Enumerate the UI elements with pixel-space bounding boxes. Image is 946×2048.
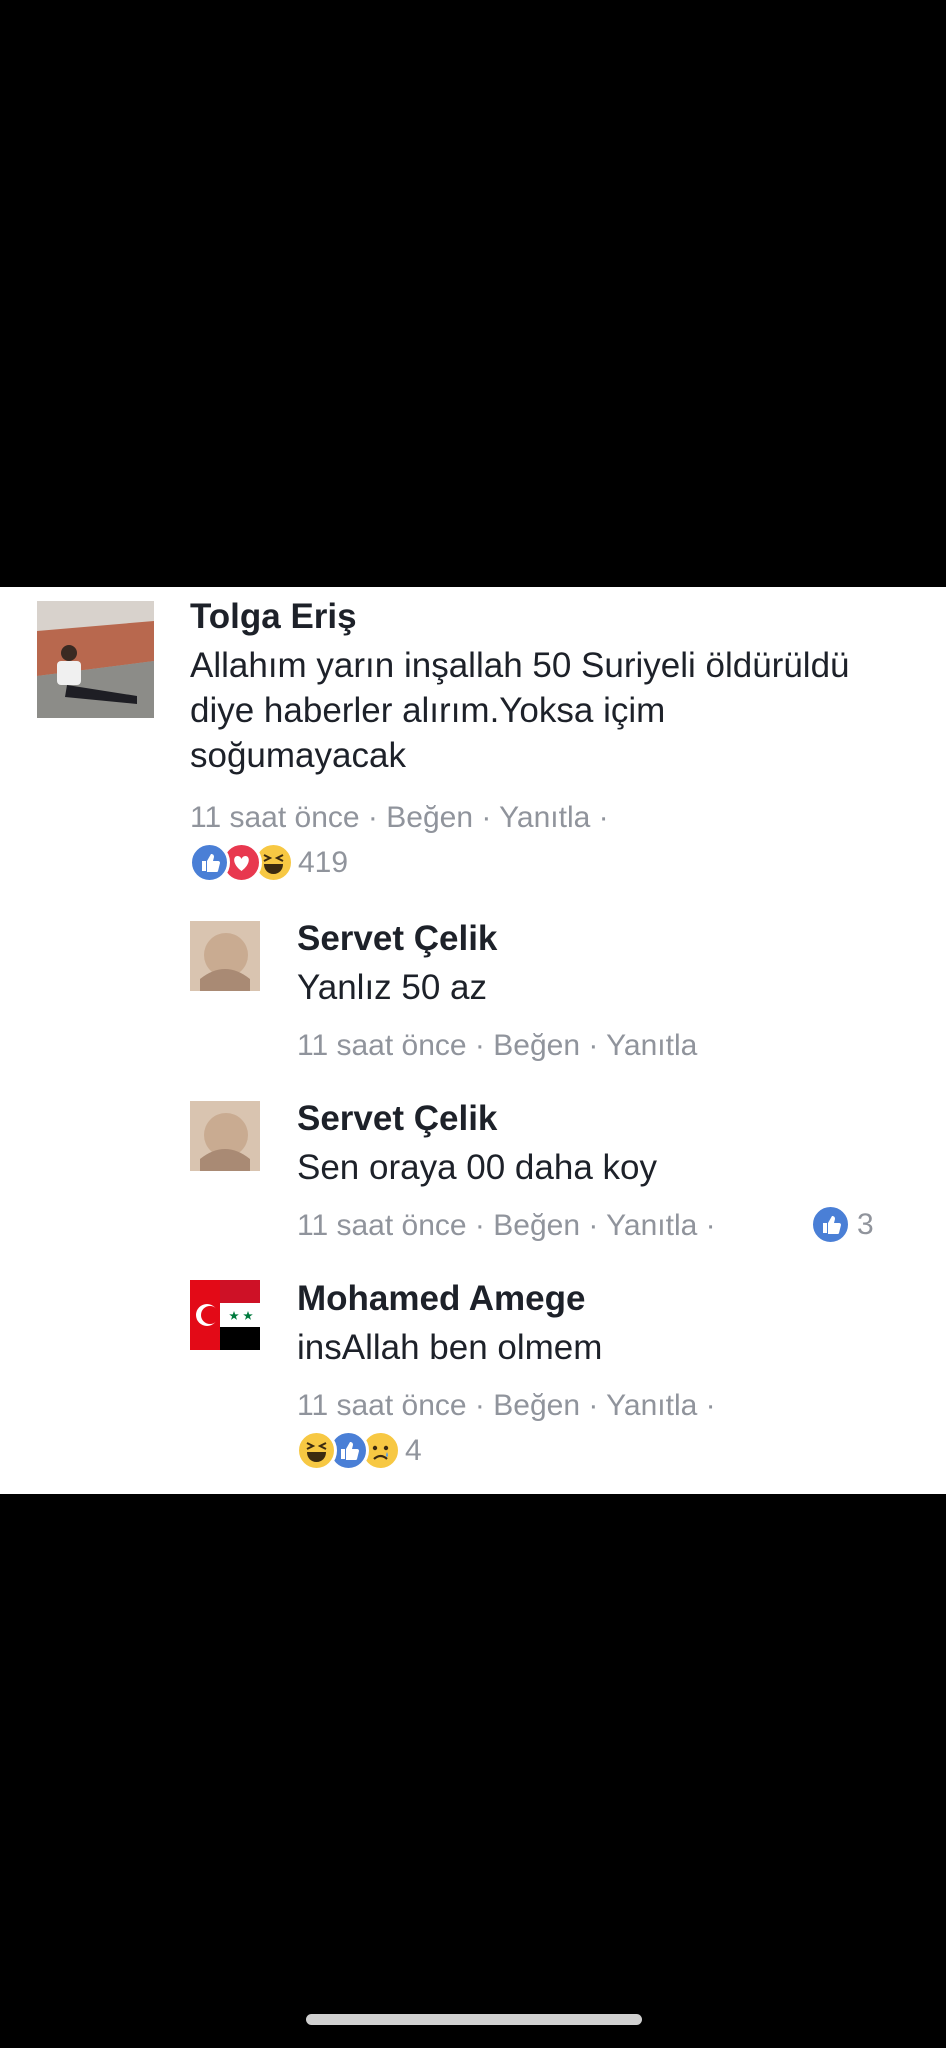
haha-icon[interactable] (296, 1430, 337, 1471)
comment-meta: 11 saat önce · Beğen · Yanıtla · (297, 1208, 716, 1244)
comment-meta: 11 saat önce · Beğen · Yanıtla · (190, 800, 609, 836)
comment-time[interactable]: 11 saat önce (297, 1209, 467, 1242)
separator-dot: · (580, 1389, 607, 1422)
reply-link[interactable]: Yanıtla (606, 1389, 697, 1422)
separator-dot: · (466, 1029, 494, 1062)
like-icon[interactable] (189, 842, 230, 883)
separator-dot: · (466, 1389, 494, 1422)
comment-meta: 11 saat önce · Beğen · Yanıtla (297, 1028, 697, 1064)
comment-time[interactable]: 11 saat önce (297, 1389, 467, 1422)
comment-author[interactable]: Servet Çelik (297, 1099, 497, 1139)
reaction-count[interactable]: 3 (857, 1207, 874, 1243)
comment-meta: 11 saat önce · Beğen · Yanıtla · (297, 1388, 716, 1424)
reply-link[interactable]: Yanıtla (606, 1209, 697, 1242)
separator-dot: · (697, 1389, 716, 1422)
reply-link[interactable]: Yanıtla (499, 801, 590, 834)
comment-text: Yanlız 50 az (297, 968, 488, 1007)
like-icon[interactable] (810, 1204, 851, 1245)
avatar-mohamed[interactable] (190, 1280, 260, 1350)
comment-text: Allahım yarın inşallah 50 Suriyeli öldür… (190, 646, 850, 775)
separator-dot: · (466, 1209, 494, 1242)
like-link[interactable]: Beğen (493, 1209, 580, 1242)
separator-dot: · (473, 801, 500, 834)
avatar-tolga[interactable] (37, 601, 154, 718)
comment-author[interactable]: Mohamed Amege (297, 1279, 585, 1319)
separator-dot: · (580, 1029, 607, 1062)
like-link[interactable]: Beğen (386, 801, 473, 834)
comment-text: insAllah ben olmem (297, 1328, 603, 1367)
separator-dot: · (359, 801, 387, 834)
reaction-count[interactable]: 4 (405, 1433, 422, 1469)
separator-dot: · (697, 1209, 716, 1242)
separator-dot: · (580, 1209, 607, 1242)
like-link[interactable]: Beğen (493, 1029, 580, 1062)
comment-author[interactable]: Tolga Eriş (190, 597, 357, 637)
comments-panel: Tolga Eriş Allahım yarın inşallah 50 Sur… (0, 587, 946, 1494)
comment-time[interactable]: 11 saat önce (190, 801, 360, 834)
comment-author[interactable]: Servet Çelik (297, 919, 497, 959)
separator-dot: · (590, 801, 609, 834)
home-indicator[interactable] (306, 2014, 642, 2025)
like-link[interactable]: Beğen (493, 1389, 580, 1422)
comment-text: Sen oraya 00 daha koy (297, 1148, 657, 1187)
reply-link[interactable]: Yanıtla (606, 1029, 697, 1062)
reaction-count[interactable]: 419 (298, 845, 348, 881)
avatar-servet[interactable] (190, 1101, 260, 1171)
avatar-servet[interactable] (190, 921, 260, 991)
comment-time[interactable]: 11 saat önce (297, 1029, 467, 1062)
